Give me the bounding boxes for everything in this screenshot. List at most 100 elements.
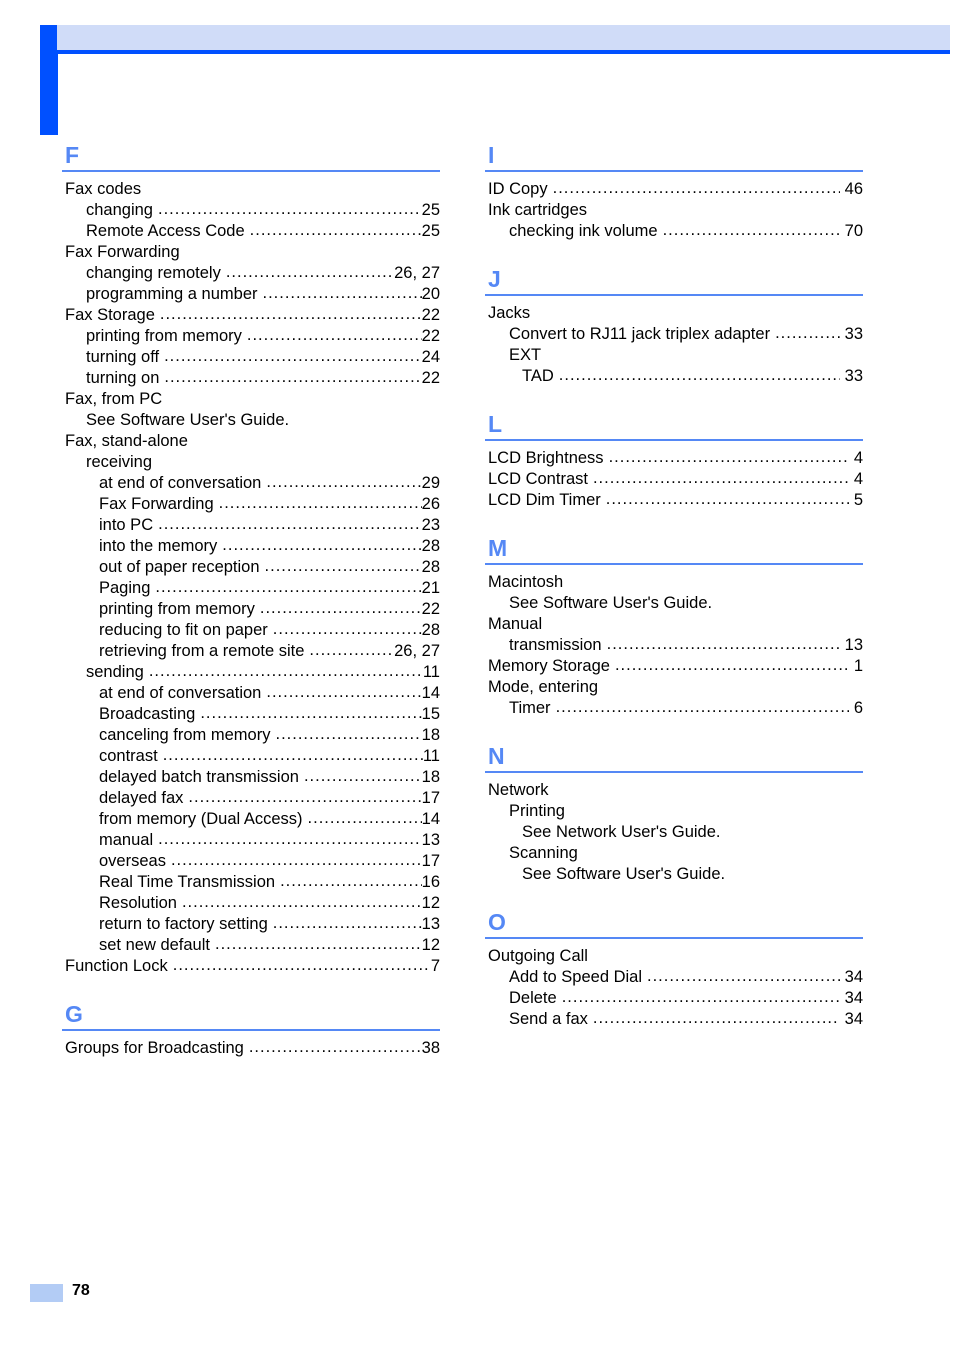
index-entry[interactable]: Broadcasting............................… [62, 704, 440, 725]
dot-leader: ........................................… [303, 767, 422, 785]
index-entry[interactable]: programming a number....................… [62, 284, 440, 305]
index-entry[interactable]: out of paper reception..................… [62, 557, 440, 578]
index-entry[interactable]: checking ink volume.....................… [485, 221, 863, 242]
index-entry-page: 5 [853, 491, 863, 509]
index-column-left: F Fax codes..............................… [62, 142, 440, 1059]
index-entry[interactable]: Fax codes...............................… [62, 179, 440, 200]
index-entry[interactable]: Fax Forwarding..........................… [62, 242, 440, 263]
index-entry[interactable]: Fax Storage.............................… [62, 305, 440, 326]
dot-leader: ........................................… [606, 635, 840, 653]
index-entry-page: 20 [421, 285, 440, 303]
dot-leader: ........................................… [280, 872, 422, 890]
index-entry-label: Manual [488, 615, 543, 633]
index-entry[interactable]: into PC.................................… [62, 515, 440, 536]
index-entry[interactable]: retrieving from a remote site...........… [62, 641, 440, 662]
index-entry[interactable]: ID Copy.................................… [485, 179, 863, 200]
dot-leader: ........................................… [605, 490, 849, 508]
index-entry[interactable]: Jacks...................................… [485, 303, 863, 324]
index-entry[interactable]: Memory Storage..........................… [485, 656, 863, 677]
index-entry[interactable]: Paging..................................… [62, 578, 440, 599]
dot-leader: ........................................… [266, 683, 421, 701]
index-entry[interactable]: Real Time Transmission..................… [62, 872, 440, 893]
index-entry-page: 6 [853, 699, 863, 717]
index-section-o: O Outgoing Call..........................… [485, 909, 863, 1030]
index-entry[interactable]: Fax, stand-alone........................… [62, 431, 440, 452]
index-entry[interactable]: at end of conversation..................… [62, 473, 440, 494]
index-entry-label: canceling from memory [99, 726, 271, 744]
index-entry-page: 1 [853, 657, 863, 675]
index-entry[interactable]: EXT.....................................… [485, 345, 863, 366]
index-entry-page: 11 [422, 747, 440, 765]
index-entry-page: 26 [421, 495, 440, 513]
index-entry[interactable]: reducing to fit on paper................… [62, 620, 440, 641]
index-entry[interactable]: overseas................................… [62, 851, 440, 872]
index-entry[interactable]: Delete..................................… [485, 988, 863, 1009]
index-entry[interactable]: Groups for Broadcasting.................… [62, 1038, 440, 1059]
index-entry[interactable]: Scanning................................… [485, 843, 863, 864]
index-entry-label: Printing [509, 802, 565, 820]
index-entry[interactable]: LCD Dim Timer...........................… [485, 490, 863, 511]
index-entry[interactable]: Network.................................… [485, 780, 863, 801]
index-entry[interactable]: Resolution..............................… [62, 893, 440, 914]
index-entry[interactable]: LCD Brightness..........................… [485, 448, 863, 469]
index-entry[interactable]: Timer...................................… [485, 698, 863, 719]
index-entry[interactable]: Function Lock...........................… [62, 956, 440, 977]
index-entry-label: turning off [86, 348, 160, 366]
index-entry[interactable]: Macintosh...............................… [485, 572, 863, 593]
index-entry[interactable]: Fax Forwarding..........................… [62, 494, 440, 515]
index-entry[interactable]: Remote Access Code......................… [62, 221, 440, 242]
index-entry[interactable]: Convert to RJ11 jack triplex adapter....… [485, 324, 863, 345]
index-entry-page: 16 [421, 873, 440, 891]
index-entry-label: from memory (Dual Access) [99, 810, 303, 828]
index-entry[interactable]: changing................................… [62, 200, 440, 221]
index-entry[interactable]: See Software User's Guide...............… [485, 864, 863, 885]
index-entry-label: LCD Contrast [488, 470, 588, 488]
index-entry[interactable]: sending.................................… [62, 662, 440, 683]
index-entry[interactable]: contrast................................… [62, 746, 440, 767]
index-entry-page: 34 [844, 989, 863, 1007]
index-entry-page: 4 [853, 449, 863, 467]
index-entry[interactable]: printing from memory....................… [62, 599, 440, 620]
dot-leader: ........................................… [614, 656, 849, 674]
index-entry[interactable]: at end of conversation..................… [62, 683, 440, 704]
index-entry-page: 25 [421, 222, 440, 240]
index-entry[interactable]: manual..................................… [62, 830, 440, 851]
index-entry[interactable]: Outgoing Call...........................… [485, 946, 863, 967]
index-column-right: I ID Copy................................… [485, 142, 863, 1030]
index-entry[interactable]: canceling from memory...................… [62, 725, 440, 746]
dot-leader: ........................................… [558, 366, 840, 384]
index-entry-page: 13 [844, 636, 863, 654]
index-entry[interactable]: transmission............................… [485, 635, 863, 656]
index-entry[interactable]: See Network User's Guide................… [485, 822, 863, 843]
index-entry[interactable]: return to factory setting...............… [62, 914, 440, 935]
index-entry[interactable]: See Software User's Guide...............… [485, 593, 863, 614]
dot-leader: ........................................… [248, 1038, 422, 1056]
index-entry[interactable]: Printing................................… [485, 801, 863, 822]
index-entry[interactable]: from memory (Dual Access)...............… [62, 809, 440, 830]
index-entry[interactable]: printing from memory....................… [62, 326, 440, 347]
index-entry[interactable]: delayed fax.............................… [62, 788, 440, 809]
index-entry-label: EXT [509, 346, 542, 364]
dot-leader: ........................................… [158, 830, 422, 848]
index-entry[interactable]: turning on..............................… [62, 368, 440, 389]
index-entry[interactable]: receiving...............................… [62, 452, 440, 473]
index-entry-label: programming a number [86, 285, 258, 303]
index-entry[interactable]: Ink cartridges..........................… [485, 200, 863, 221]
index-entry[interactable]: TAD.....................................… [485, 366, 863, 387]
index-entry-page: 34 [844, 1010, 863, 1028]
index-entry[interactable]: See Software User's Guide...............… [62, 410, 440, 431]
index-entry[interactable]: Manual..................................… [485, 614, 863, 635]
dot-leader: ........................................… [647, 967, 840, 985]
index-entry[interactable]: into the memory.........................… [62, 536, 440, 557]
index-entry[interactable]: Fax, from PC............................… [62, 389, 440, 410]
index-entry[interactable]: LCD Contrast............................… [485, 469, 863, 490]
index-entry[interactable]: Send a fax..............................… [485, 1009, 863, 1030]
index-entry-label: Resolution [99, 894, 177, 912]
index-entry[interactable]: set new default.........................… [62, 935, 440, 956]
index-entry[interactable]: changing remotely.......................… [62, 263, 440, 284]
index-entry[interactable]: delayed batch transmission..............… [62, 767, 440, 788]
index-entry[interactable]: Mode, entering..........................… [485, 677, 863, 698]
index-entry[interactable]: Add to Speed Dial.......................… [485, 967, 863, 988]
index-entry-label: contrast [99, 747, 158, 765]
index-entry[interactable]: turning off.............................… [62, 347, 440, 368]
